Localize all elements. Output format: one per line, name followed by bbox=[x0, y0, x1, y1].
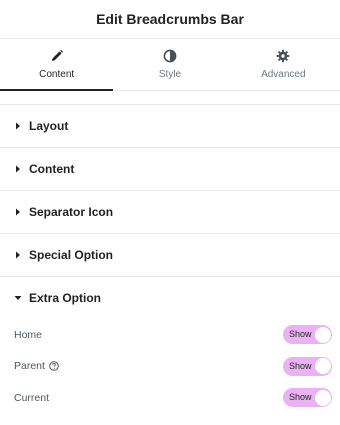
toggle-knob bbox=[314, 389, 331, 406]
tab-bar: Content Style Advanced bbox=[0, 39, 340, 91]
section-list: Layout Content Separator Icon Special Op… bbox=[0, 104, 340, 319]
section-title: Special Option bbox=[29, 248, 114, 262]
tab-content[interactable]: Content bbox=[0, 39, 114, 91]
section-title: Content bbox=[29, 162, 75, 176]
control-label-text: Parent bbox=[14, 360, 45, 373]
caret-right-icon bbox=[16, 165, 20, 173]
caret-down-icon bbox=[14, 296, 22, 300]
parent-toggle[interactable]: Show bbox=[283, 356, 332, 376]
contrast-icon bbox=[163, 49, 177, 63]
section-title: Separator Icon bbox=[29, 205, 114, 219]
gear-icon bbox=[277, 49, 290, 63]
control-label-parent: Parent bbox=[14, 360, 59, 372]
toggle-label: Show bbox=[289, 392, 312, 403]
tab-advanced[interactable]: Advanced bbox=[227, 39, 340, 90]
control-label-text: Current bbox=[14, 391, 50, 404]
caret-right-icon bbox=[16, 208, 20, 216]
panel-title: Edit Breadcrumbs Bar bbox=[96, 11, 244, 27]
section-title: Layout bbox=[29, 119, 69, 133]
tab-label-advanced: Advanced bbox=[261, 69, 306, 80]
toggle-label: Show bbox=[289, 329, 312, 340]
current-toggle[interactable]: Show bbox=[283, 388, 332, 408]
extra-option-controls: Home Show Parent Show Current Show bbox=[0, 319, 340, 414]
caret-right-icon bbox=[16, 251, 20, 259]
toggle-knob bbox=[314, 326, 331, 343]
home-toggle[interactable]: Show bbox=[283, 325, 332, 345]
control-current: Current Show bbox=[0, 382, 340, 414]
tab-style[interactable]: Style bbox=[113, 39, 226, 90]
control-label-home: Home bbox=[14, 329, 42, 341]
control-label-text: Home bbox=[14, 328, 43, 341]
tab-label-style: Style bbox=[158, 69, 182, 80]
control-label-current: Current bbox=[14, 392, 49, 404]
caret-right-icon bbox=[16, 122, 20, 130]
pencil-icon bbox=[51, 49, 63, 61]
section-title: Extra Option bbox=[29, 291, 102, 305]
section-content[interactable]: Content bbox=[0, 147, 340, 190]
help-icon[interactable] bbox=[49, 361, 59, 372]
section-special-option[interactable]: Special Option bbox=[0, 233, 340, 276]
control-home: Home Show bbox=[0, 319, 340, 351]
editor-panel: Edit Breadcrumbs Bar Content Style Advan… bbox=[0, 0, 340, 425]
control-parent: Parent Show bbox=[0, 351, 340, 383]
section-layout[interactable]: Layout bbox=[0, 104, 340, 147]
section-separator-icon[interactable]: Separator Icon bbox=[0, 190, 340, 233]
toggle-label: Show bbox=[289, 360, 312, 371]
panel-header: Edit Breadcrumbs Bar bbox=[0, 0, 340, 39]
section-extra-option[interactable]: Extra Option bbox=[0, 276, 340, 319]
tab-label-content: Content bbox=[39, 69, 75, 80]
toggle-knob bbox=[314, 358, 331, 375]
